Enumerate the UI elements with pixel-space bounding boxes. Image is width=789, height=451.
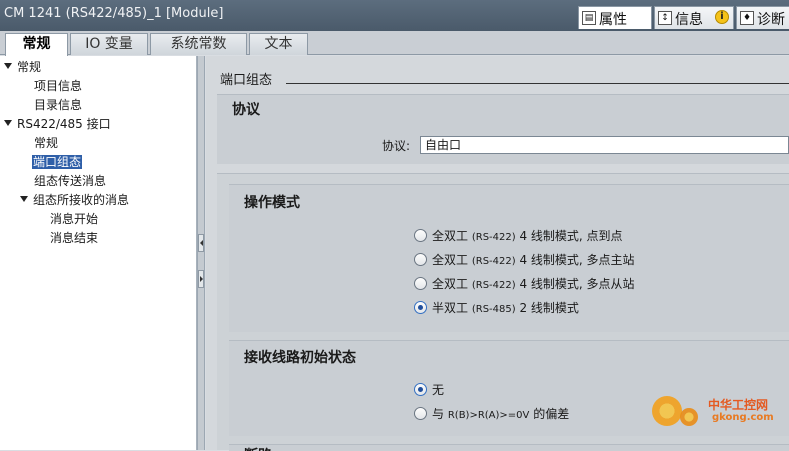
radio-button[interactable]: [414, 253, 427, 266]
arrow-right-icon: [200, 276, 203, 282]
collapse-left-handle[interactable]: [198, 234, 204, 252]
tree-item-transmit-message[interactable]: 组态传送消息: [34, 173, 106, 190]
tab-io-tags[interactable]: IO 变量: [70, 33, 148, 55]
mode-option-multipoint-slave[interactable]: 全双工 (RS-422) 4 线制模式, 多点从站: [414, 275, 635, 293]
tree-item-general[interactable]: 常规: [4, 59, 41, 76]
section-title: 端口组态: [220, 73, 273, 88]
info-icon: ↕: [658, 11, 672, 25]
expand-arrow-icon[interactable]: [4, 120, 12, 126]
window-title: CM 1241 (RS422/485)_1 [Module]: [4, 6, 224, 21]
info-badge-icon: i: [715, 10, 729, 24]
tab-texts[interactable]: 文本: [249, 33, 308, 55]
tab-system-constants[interactable]: 系统常数: [150, 33, 247, 55]
tab-properties-label: 属性: [599, 12, 627, 28]
protocol-field[interactable]: 自由口: [420, 136, 789, 154]
operating-mode-panel: 操作模式 全双工 (RS-422) 4 线制模式, 点到点 全双工 (RS-42…: [229, 184, 789, 332]
tab-strip: 常规 IO 变量 系统常数 文本: [0, 31, 789, 56]
tree-item-catalog-info[interactable]: 目录信息: [34, 97, 82, 114]
watermark-logo: 中华工控网 gkong.com: [652, 392, 782, 432]
mode-option-half-duplex[interactable]: 半双工 (RS-485) 2 线制模式: [414, 299, 579, 317]
receive-option-none[interactable]: 无: [414, 381, 444, 399]
tree-item-project-info[interactable]: 项目信息: [34, 78, 82, 95]
tree-item-message-end[interactable]: 消息结束: [50, 230, 98, 247]
properties-icon: ▤: [582, 11, 596, 25]
mode-option-multipoint-master[interactable]: 全双工 (RS-422) 4 线制模式, 多点主站: [414, 251, 635, 269]
gear-icon: [680, 408, 698, 426]
properties-content: 端口组态 协议 协议: 自由口 操作模式 全双工 (RS-422) 4 线制模式…: [206, 56, 789, 451]
break-heading: 断路: [244, 445, 272, 451]
radio-button[interactable]: [414, 407, 427, 420]
tab-info-label: 信息: [675, 12, 703, 28]
mode-option-point-to-point[interactable]: 全双工 (RS-422) 4 线制模式, 点到点: [414, 227, 623, 245]
tree-item-interface-general[interactable]: 常规: [34, 135, 58, 152]
tab-general[interactable]: 常规: [5, 33, 68, 56]
title-bar: CM 1241 (RS422/485)_1 [Module] ▤ 属性 ↕ 信息…: [0, 0, 789, 31]
protocol-panel: 协议 协议: 自由口: [217, 94, 789, 164]
watermark-en: gkong.com: [712, 412, 774, 423]
tree-item-receive-message[interactable]: 组态所接收的消息: [20, 192, 129, 209]
protocol-label: 协议:: [382, 139, 411, 153]
watermark-cn: 中华工控网: [708, 398, 769, 412]
receive-option-bias[interactable]: 与 R(B)>R(A)>=0V 的偏差: [414, 405, 569, 423]
tree-item-port-config[interactable]: 端口组态: [32, 154, 83, 171]
expand-right-handle[interactable]: [198, 270, 204, 288]
panel-splitter[interactable]: [197, 56, 205, 450]
operating-mode-heading: 操作模式: [244, 195, 300, 211]
tab-diagnostics-label: 诊断: [757, 12, 785, 28]
receive-line-heading: 接收线路初始状态: [244, 350, 356, 366]
tab-diagnostics[interactable]: ♦ 诊断: [736, 6, 789, 29]
expand-arrow-icon[interactable]: [4, 63, 12, 69]
tab-properties[interactable]: ▤ 属性: [578, 6, 652, 29]
protocol-heading: 协议: [232, 102, 260, 118]
expand-arrow-icon[interactable]: [20, 196, 28, 202]
diagnostics-icon: ♦: [740, 11, 754, 25]
gear-icon: [652, 396, 682, 426]
section-divider: [286, 83, 789, 84]
radio-button-selected[interactable]: [414, 301, 427, 314]
tree-item-message-start[interactable]: 消息开始: [50, 211, 98, 228]
arrow-left-icon: [200, 240, 203, 246]
radio-button[interactable]: [414, 277, 427, 290]
radio-button-selected[interactable]: [414, 383, 427, 396]
tree-item-rs422-485-interface[interactable]: RS422/485 接口: [4, 116, 111, 133]
navigation-tree: 常规 项目信息 目录信息 RS422/485 接口 常规 端口组态 组态传送消息…: [0, 56, 197, 450]
radio-button[interactable]: [414, 229, 427, 242]
